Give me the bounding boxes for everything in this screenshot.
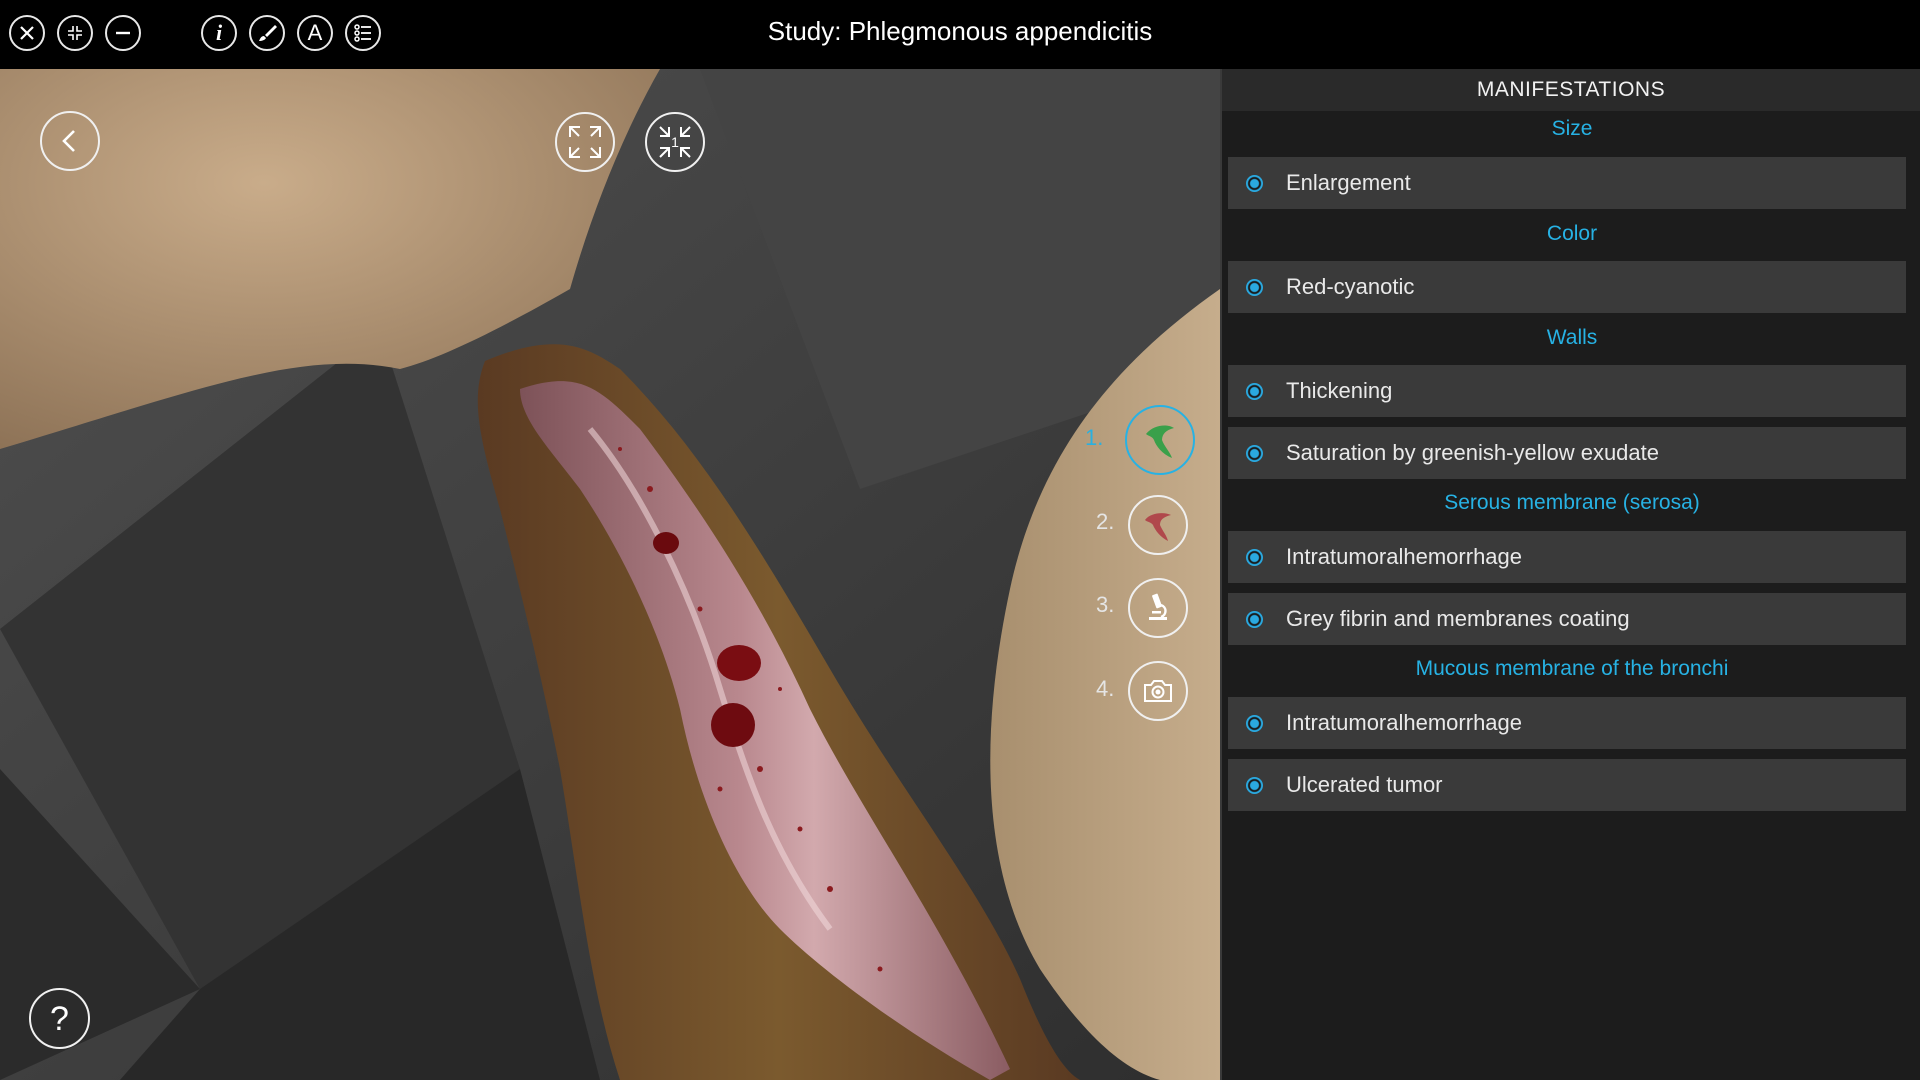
manifestation-label: Saturation by greenish-yellow exudate (1286, 440, 1660, 465)
manifestation-label: Ulcerated tumor (1286, 772, 1443, 797)
anatomy-3d-model (0, 69, 1220, 1080)
manifestation-item-serosa-hemorrhage[interactable]: Intratumoralhemorrhage (1228, 531, 1906, 583)
section-title-color: Color (1546, 222, 1598, 245)
manifestation-label: Thickening (1286, 378, 1393, 403)
text-annotation-icon: A (307, 20, 323, 45)
manifestation-item-thickening[interactable]: Thickening (1228, 365, 1906, 417)
step-2-button[interactable] (1128, 495, 1188, 555)
manifestation-item-red-cyanotic[interactable]: Red-cyanotic (1228, 261, 1906, 313)
manifestations-panel: MANIFESTATIONS Size Enlargement Color Re… (1220, 69, 1920, 1080)
minimize-icon (116, 31, 130, 35)
manifestation-label: Enlargement (1286, 170, 1411, 195)
list-icon (354, 24, 371, 42)
minimize-button[interactable] (105, 15, 141, 51)
info-button[interactable]: i (201, 15, 237, 51)
back-button[interactable] (40, 111, 100, 171)
brush-icon (259, 25, 277, 41)
3d-viewport[interactable]: 1 1. 2. 3. 4. ? (0, 69, 1220, 1080)
manifestation-item-mucosa-hemorrhage[interactable]: Intratumoralhemorrhage (1228, 697, 1906, 749)
manifestation-item-ulcerated-tumor[interactable]: Ulcerated tumor (1228, 759, 1906, 811)
list-button[interactable] (345, 15, 381, 51)
fit-view-button[interactable]: 1 (645, 112, 705, 172)
microscope-icon (1149, 593, 1167, 620)
compress-button[interactable] (57, 15, 93, 51)
step-label-3: 3. (1096, 592, 1115, 617)
manifestation-label: Intratumoralhemorrhage (1286, 544, 1523, 569)
step-1-button[interactable] (1125, 405, 1195, 475)
radio-icon (1246, 444, 1263, 462)
manifestation-item-exudate[interactable]: Saturation by greenish-yellow exudate (1228, 427, 1906, 479)
manifestation-label: Red-cyanotic (1286, 274, 1415, 299)
section-title-size: Size (1551, 117, 1593, 140)
close-button[interactable] (9, 15, 45, 51)
step-3-button[interactable] (1128, 578, 1188, 638)
organ-gross-icon (1146, 425, 1174, 458)
step-label-2: 2. (1096, 509, 1115, 534)
radio-icon (1246, 548, 1263, 566)
radio-icon (1246, 174, 1263, 192)
top-bar: i A Study: Phlegmonous appendicitis (0, 0, 1920, 69)
organ-section-icon (1145, 513, 1171, 541)
manifestation-label: Intratumoralhemorrhage (1286, 710, 1523, 735)
step-label-1: 1. (1085, 425, 1104, 450)
step-label-4: 4. (1096, 676, 1115, 701)
expand-view-button[interactable] (555, 112, 615, 172)
manifestation-item-fibrin-coating[interactable]: Grey fibrin and membranes coating (1228, 593, 1906, 645)
step-4-button[interactable] (1128, 661, 1188, 721)
zoom-badge: 1 (671, 134, 679, 150)
info-icon: i (215, 20, 223, 45)
radio-icon (1246, 382, 1263, 400)
help-icon: ? (50, 999, 69, 1038)
radio-icon (1246, 610, 1263, 628)
radio-icon (1246, 278, 1263, 296)
camera-icon (1144, 680, 1172, 702)
section-title-walls: Walls (1546, 326, 1598, 349)
page-title: Study: Phlegmonous appendicitis (767, 16, 1153, 46)
radio-icon (1246, 714, 1263, 732)
section-title-serosa: Serous membrane (serosa) (1444, 491, 1700, 514)
close-icon (20, 26, 34, 40)
compress-icon (68, 26, 82, 40)
text-annotation-button[interactable]: A (297, 15, 333, 51)
panel-header: MANIFESTATIONS (1222, 69, 1920, 111)
radio-icon (1246, 776, 1263, 794)
section-title-mucosa: Mucous membrane of the bronchi (1415, 657, 1729, 680)
brush-button[interactable] (249, 15, 285, 51)
expand-icon (569, 126, 601, 158)
help-button[interactable]: ? (29, 988, 90, 1049)
manifestation-label: Grey fibrin and membranes coating (1286, 606, 1630, 631)
chevron-left-icon (62, 130, 75, 152)
manifestation-item-enlargement[interactable]: Enlargement (1228, 157, 1906, 209)
